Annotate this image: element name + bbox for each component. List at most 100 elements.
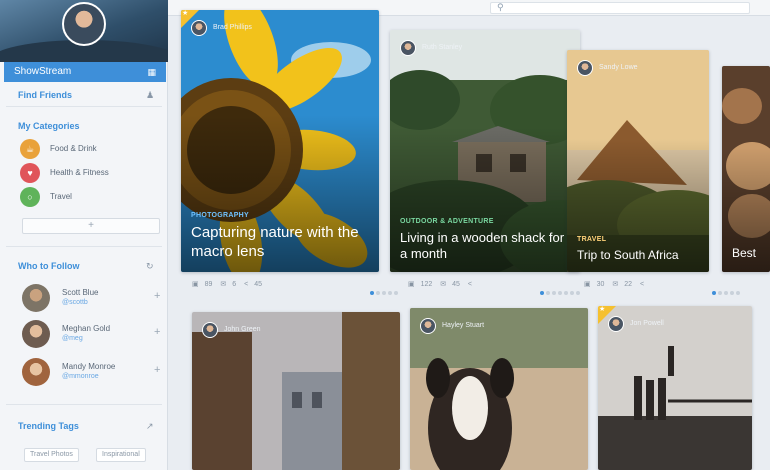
divider (6, 106, 162, 107)
star-icon: ★ (182, 10, 189, 17)
category-item-health[interactable]: ♥ Health & Fitness (20, 163, 160, 183)
post-title[interactable]: Best (732, 246, 762, 261)
author-avatar[interactable] (400, 40, 416, 56)
like-count: 89 (204, 281, 213, 288)
category-label: Travel (50, 192, 72, 201)
post-stats: ▣ 30 ✉ 22 < (584, 280, 650, 290)
post-card[interactable]: Best (722, 66, 770, 272)
share-icon[interactable]: < (468, 281, 472, 288)
showstream-nav[interactable]: ShowStream ▦ (4, 62, 166, 82)
category-label[interactable]: TRAVEL (577, 236, 606, 243)
author-avatar[interactable] (191, 20, 207, 36)
author-name[interactable]: Hayley Stuart (442, 322, 484, 329)
carousel-dots[interactable] (712, 282, 742, 295)
post-card[interactable]: Hayley Stuart (410, 308, 588, 470)
follow-suggestion[interactable]: Scott Blue @scottb + (22, 284, 166, 314)
find-friends-label: Find Friends (18, 90, 72, 100)
comment-count: 22 (624, 281, 633, 288)
post-image (410, 308, 588, 470)
author-avatar[interactable] (420, 318, 436, 334)
author-name[interactable]: Sandy Lowe (599, 64, 638, 71)
trending-tags-heading: Trending Tags ↗ (18, 421, 154, 431)
comment-icon[interactable]: ✉ (440, 281, 446, 288)
avatar[interactable] (22, 320, 50, 348)
follow-handle[interactable]: @meg (62, 335, 83, 342)
search-icon: ⚲ (497, 2, 504, 12)
showstream-label: ShowStream (14, 66, 72, 77)
post-card[interactable]: Ruth Stanley OUTDOOR & ADVENTURE Living … (390, 30, 580, 272)
follow-name[interactable]: Scott Blue (62, 288, 98, 297)
post-title[interactable]: Capturing nature with the macro lens (191, 224, 371, 262)
avatar[interactable] (62, 2, 106, 46)
follow-plus-icon[interactable]: + (154, 290, 160, 302)
author-avatar[interactable] (577, 60, 593, 76)
like-count: 122 (420, 281, 433, 288)
refresh-icon[interactable]: ↻ (146, 261, 154, 272)
post-card[interactable]: ★ Jon Powell (598, 306, 752, 470)
sidebar: ShowStream ▦ Find Friends ♟ My Categorie… (0, 0, 168, 470)
post-image (598, 306, 752, 470)
add-category-button[interactable]: + (22, 218, 160, 234)
profile-cover (0, 0, 168, 62)
food-icon: ☕ (20, 139, 40, 159)
post-stats: ▣ 89 ✉ 6 <45 (192, 280, 268, 290)
category-label: Food & Drink (50, 144, 97, 153)
trending-tags-label: Trending Tags (18, 421, 79, 431)
share-icon[interactable]: < (640, 281, 644, 288)
post-stats: ▣ 122 ✉ 45 < (408, 280, 478, 290)
divider (6, 246, 162, 247)
carousel-dots[interactable] (370, 282, 400, 295)
like-icon[interactable]: ▣ (408, 281, 415, 288)
follow-handle[interactable]: @mmonroe (62, 373, 99, 380)
post-card[interactable]: John Green (192, 312, 400, 470)
author-name[interactable]: Jon Powell (630, 320, 664, 327)
search-input[interactable]: ⚲ (490, 2, 750, 14)
category-item-travel[interactable]: ○ Travel (20, 187, 160, 207)
post-title[interactable]: Living in a wooden shack for a month (400, 230, 572, 263)
like-icon[interactable]: ▣ (192, 281, 199, 288)
category-label[interactable]: PHOTOGRAPHY (191, 212, 249, 219)
tag-chip[interactable]: Inspirational (96, 448, 146, 462)
post-card[interactable]: ★ Brad Phillips PHOTOGRAPHY Capturing na… (181, 10, 379, 272)
share-icon[interactable]: < (244, 281, 248, 288)
follow-suggestion[interactable]: Mandy Monroe @mmonroe + (22, 358, 166, 388)
category-item-food[interactable]: ☕ Food & Drink (20, 139, 160, 159)
author-avatar[interactable] (608, 316, 624, 332)
find-friends-link[interactable]: Find Friends ♟ (18, 90, 154, 100)
comment-count: 6 (232, 281, 237, 288)
author-name[interactable]: Ruth Stanley (422, 44, 462, 51)
author-avatar[interactable] (202, 322, 218, 338)
avatar[interactable] (22, 358, 50, 386)
grid-icon[interactable]: ▦ (147, 62, 156, 82)
share-count: 45 (254, 281, 262, 288)
follow-plus-icon[interactable]: + (154, 364, 160, 376)
post-title[interactable]: Trip to South Africa (577, 248, 701, 263)
like-icon[interactable]: ▣ (584, 281, 591, 288)
avatar[interactable] (22, 284, 50, 312)
comment-icon[interactable]: ✉ (612, 281, 618, 288)
tag-chip[interactable]: Travel Photos (24, 448, 79, 462)
who-to-follow-label: Who to Follow (18, 261, 80, 271)
who-to-follow-heading: Who to Follow ↻ (18, 261, 154, 271)
heart-icon: ♥ (20, 163, 40, 183)
author-name[interactable]: Brad Phillips (213, 24, 252, 31)
author-name[interactable]: John Green (224, 326, 261, 333)
my-categories-label: My Categories (18, 121, 80, 131)
follow-suggestion[interactable]: Meghan Gold @meg + (22, 320, 166, 350)
comment-count: 45 (452, 281, 460, 288)
post-card[interactable]: Sandy Lowe TRAVEL Trip to South Africa (567, 50, 709, 272)
trending-icon[interactable]: ↗ (146, 421, 154, 432)
comment-icon[interactable]: ✉ (220, 281, 226, 288)
follow-name[interactable]: Meghan Gold (62, 324, 110, 333)
star-icon: ★ (599, 306, 606, 313)
follow-plus-icon[interactable]: + (154, 326, 160, 338)
follow-name[interactable]: Mandy Monroe (62, 362, 115, 371)
category-label: Health & Fitness (50, 168, 109, 177)
follow-handle[interactable]: @scottb (62, 299, 88, 306)
my-categories-heading: My Categories (18, 121, 80, 131)
person-add-icon[interactable]: ♟ (146, 90, 154, 101)
carousel-dots[interactable] (540, 282, 582, 295)
post-image (192, 312, 400, 470)
category-label[interactable]: OUTDOOR & ADVENTURE (400, 218, 494, 225)
globe-icon: ○ (20, 187, 40, 207)
